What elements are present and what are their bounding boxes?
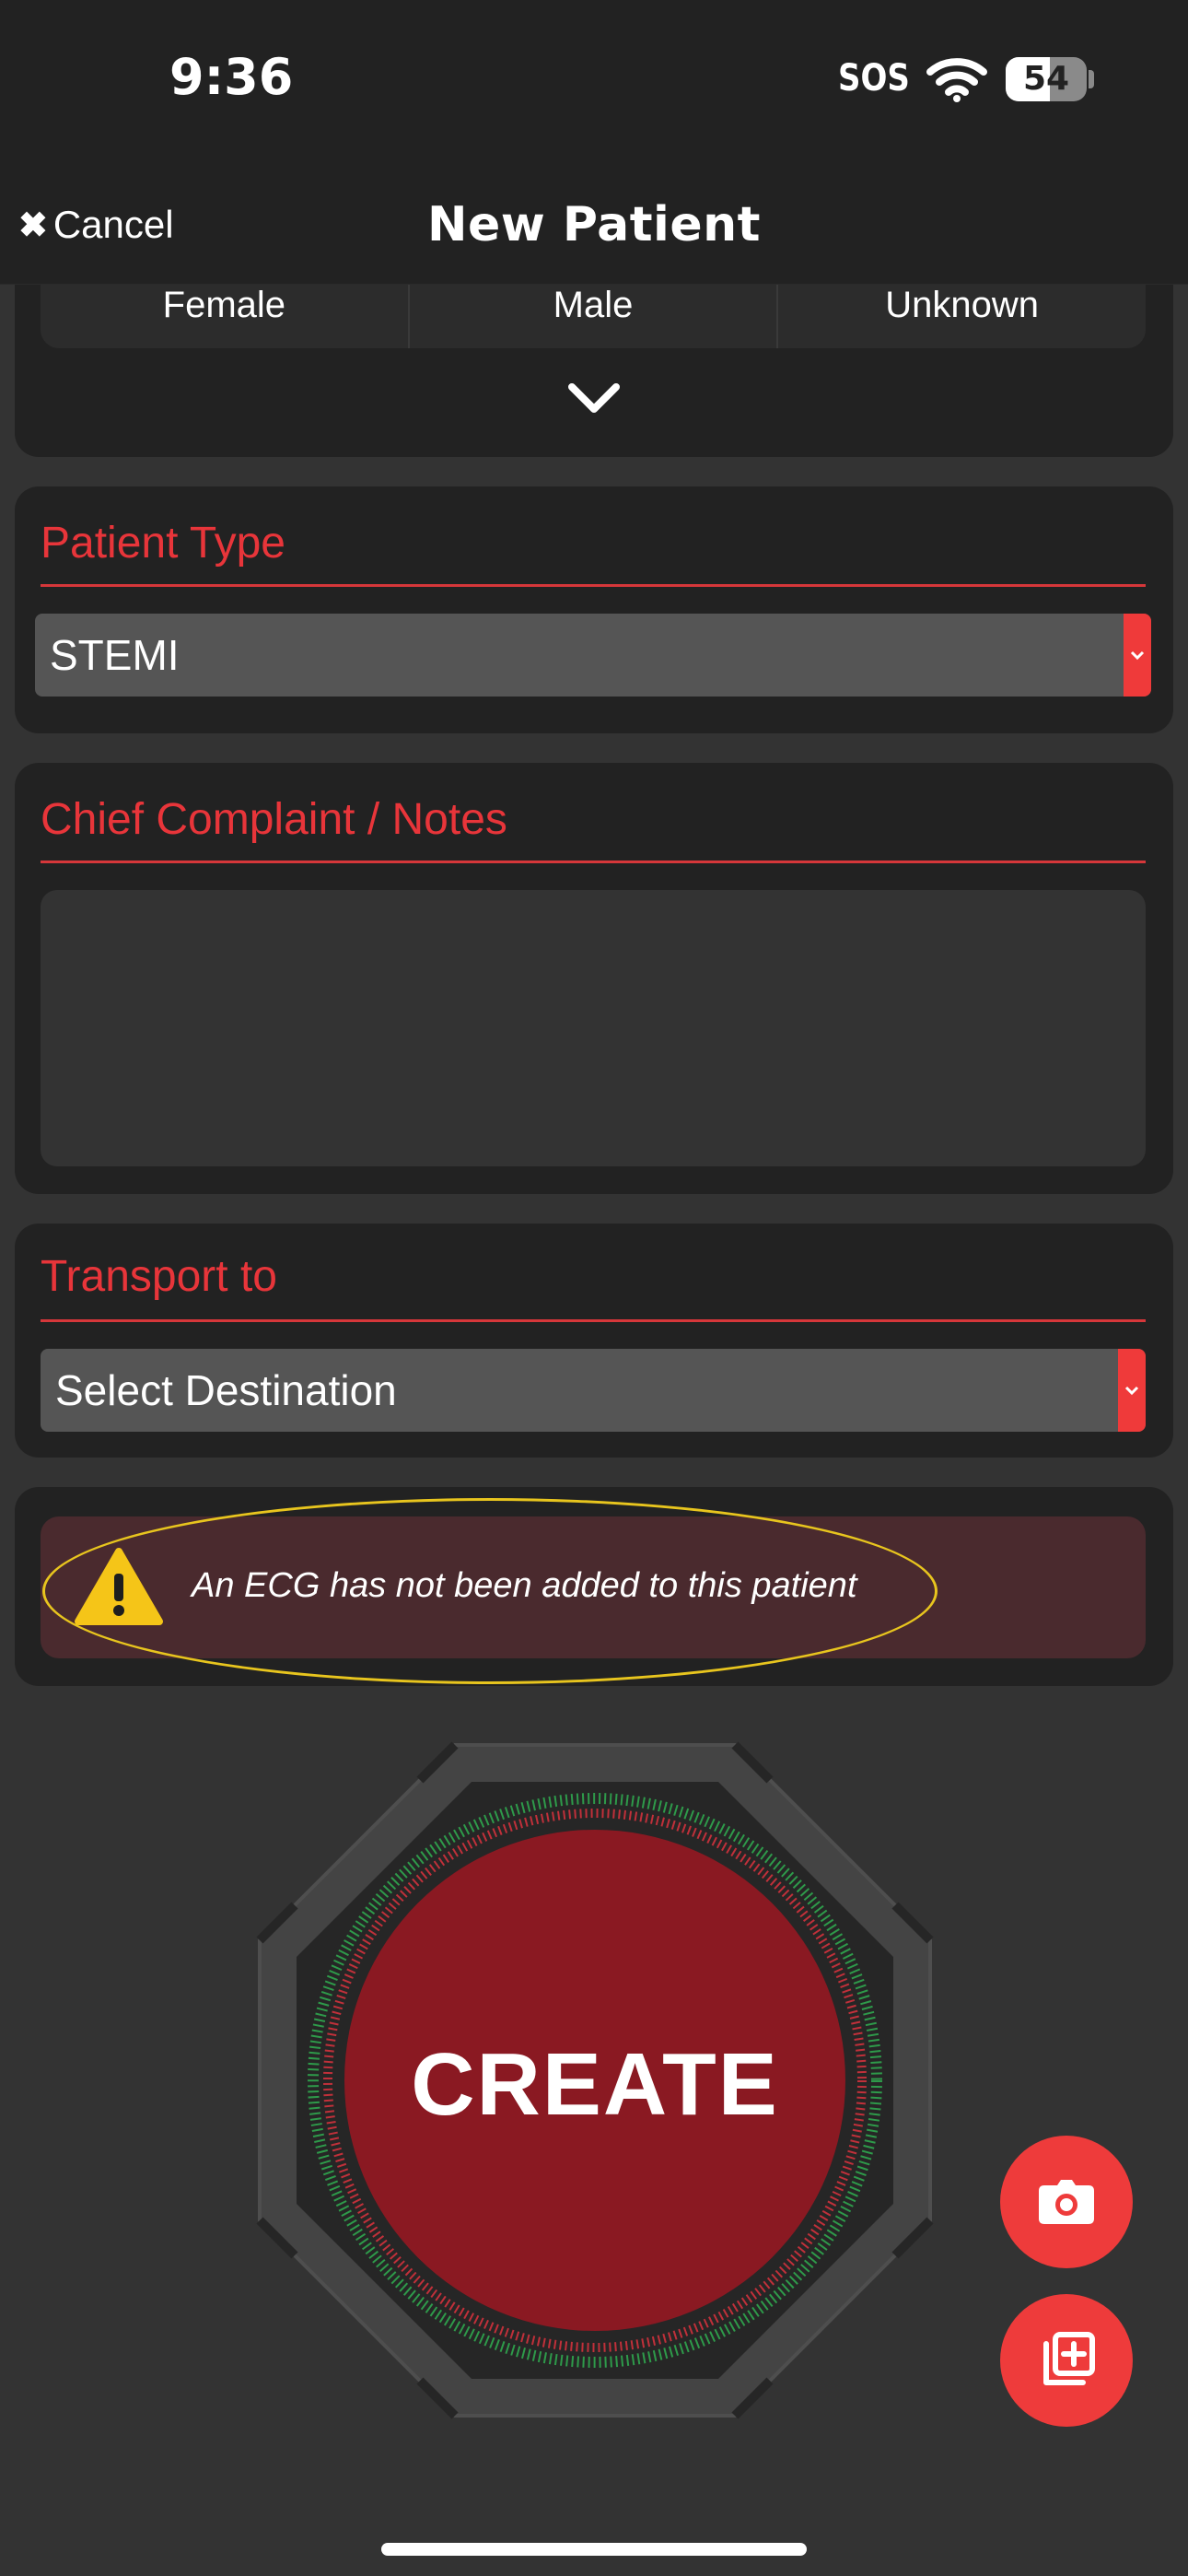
home-indicator[interactable] xyxy=(381,2543,807,2556)
destination-value: Select Destination xyxy=(55,1366,397,1414)
status-carrier: SOS xyxy=(838,57,910,100)
add-media-button[interactable] xyxy=(1000,2294,1133,2427)
battery-tip xyxy=(1089,70,1094,88)
chevron-down-icon xyxy=(1118,1349,1146,1432)
battery-percent: 54 xyxy=(1022,60,1070,98)
sex-segmented-control: Female Male Unknown xyxy=(41,276,1146,348)
patient-type-title: Patient Type xyxy=(41,519,285,568)
patient-type-select[interactable]: STEMI xyxy=(35,614,1151,697)
patient-type-value: STEMI xyxy=(50,631,180,679)
chevron-down-icon[interactable] xyxy=(565,378,623,418)
add-media-icon xyxy=(1043,2332,1095,2385)
warning-triangle-icon xyxy=(75,1548,163,1625)
status-bar: 9:36 SOS 54 xyxy=(0,0,1188,166)
chevron-down-icon xyxy=(1124,614,1151,697)
battery-icon: 54 xyxy=(1006,57,1087,101)
status-time: 9:36 xyxy=(169,48,294,106)
page-title: New Patient xyxy=(426,197,762,252)
nav-bar: ✖ Cancel New Patient xyxy=(0,166,1188,285)
create-label: CREATE xyxy=(411,2035,779,2134)
create-button[interactable]: CREATE xyxy=(256,1741,934,2419)
sex-option-male[interactable]: Male xyxy=(410,276,779,348)
destination-select[interactable]: Select Destination xyxy=(41,1349,1146,1432)
wifi-icon xyxy=(926,58,987,102)
divider xyxy=(41,861,1146,863)
ecg-warning-text: An ECG has not been added to this patien… xyxy=(192,1566,857,1605)
chief-complaint-input[interactable] xyxy=(41,890,1146,1166)
sex-option-unknown[interactable]: Unknown xyxy=(778,276,1146,348)
sex-option-female[interactable]: Female xyxy=(41,276,410,348)
divider xyxy=(41,1319,1146,1322)
camera-button[interactable] xyxy=(1000,2136,1133,2268)
chief-complaint-title: Chief Complaint / Notes xyxy=(41,795,507,844)
camera-icon xyxy=(1039,2180,1094,2224)
transport-title: Transport to xyxy=(41,1252,277,1301)
divider xyxy=(41,584,1146,587)
